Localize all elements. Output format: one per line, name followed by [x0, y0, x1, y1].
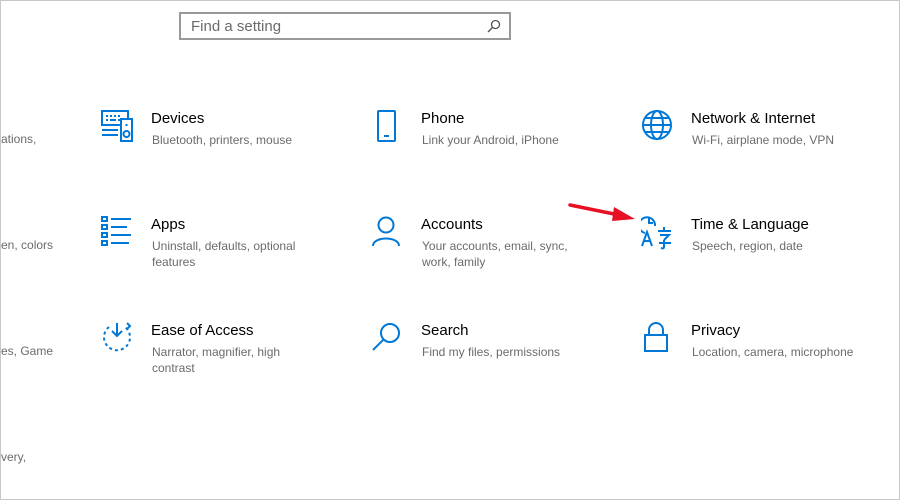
cutoff-text-1: ations,: [1, 132, 37, 146]
tile-description: Link your Android, iPhone: [422, 133, 559, 147]
tile-search[interactable]: Search Find my files, permissions: [371, 322, 611, 402]
annotation-arrow-icon: [568, 203, 635, 221]
tile-ease-of-access[interactable]: Ease of Access Narrator, magnifier, high…: [101, 322, 341, 402]
tile-title: Network & Internet: [691, 110, 816, 127]
ease-of-access-icon: [101, 322, 135, 356]
tile-description: Wi-Fi, airplane mode, VPN: [692, 133, 835, 147]
cutoff-text-4: very,: [1, 450, 27, 464]
lock-icon: [641, 322, 675, 356]
search-box[interactable]: [179, 12, 511, 40]
cutoff-text-3: es, Game: [1, 344, 54, 358]
tile-apps[interactable]: Apps Uninstall, defaults, optional featu…: [101, 216, 341, 296]
cutoff-text-2: en, colors: [1, 238, 54, 252]
tile-privacy[interactable]: Privacy Location, camera, microphone: [641, 322, 881, 402]
tile-accounts[interactable]: Accounts Your accounts, email, sync, wor…: [371, 216, 611, 296]
tile-title: Apps: [151, 216, 186, 233]
tile-title: Privacy: [691, 322, 741, 339]
settings-window: ations, en, colors es, Game very, Device…: [0, 0, 900, 500]
time-language-icon: [641, 216, 675, 250]
tile-title: Time & Language: [691, 216, 809, 233]
tile-description: Uninstall, defaults, optional features: [152, 239, 296, 269]
phone-icon: [371, 110, 405, 144]
tile-title: Accounts: [421, 216, 483, 233]
apps-list-icon: [101, 216, 135, 250]
tile-description: Find my files, permissions: [422, 345, 561, 359]
globe-icon: [641, 110, 675, 144]
tile-description: Your accounts, email, sync, work, family: [422, 239, 568, 269]
tile-title: Search: [421, 322, 469, 339]
search-icon[interactable]: [487, 19, 501, 33]
tile-description: Bluetooth, printers, mouse: [152, 133, 293, 147]
search-input[interactable]: [181, 14, 481, 38]
person-icon: [371, 216, 405, 250]
tile-title: Ease of Access: [151, 322, 254, 339]
tile-description: Speech, region, date: [692, 239, 803, 253]
devices-icon: [101, 110, 135, 144]
tile-title: Phone: [421, 110, 465, 127]
tile-time-language[interactable]: Time & Language Speech, region, date: [641, 216, 881, 296]
tile-devices[interactable]: Devices Bluetooth, printers, mouse: [101, 110, 341, 190]
tile-title: Devices: [151, 110, 205, 127]
tile-network-internet[interactable]: Network & Internet Wi-Fi, airplane mode,…: [641, 110, 881, 190]
tile-phone[interactable]: Phone Link your Android, iPhone: [371, 110, 611, 190]
magnifier-icon: [371, 322, 405, 356]
tile-description: Narrator, magnifier, high contrast: [152, 345, 281, 375]
tile-description: Location, camera, microphone: [692, 345, 854, 359]
